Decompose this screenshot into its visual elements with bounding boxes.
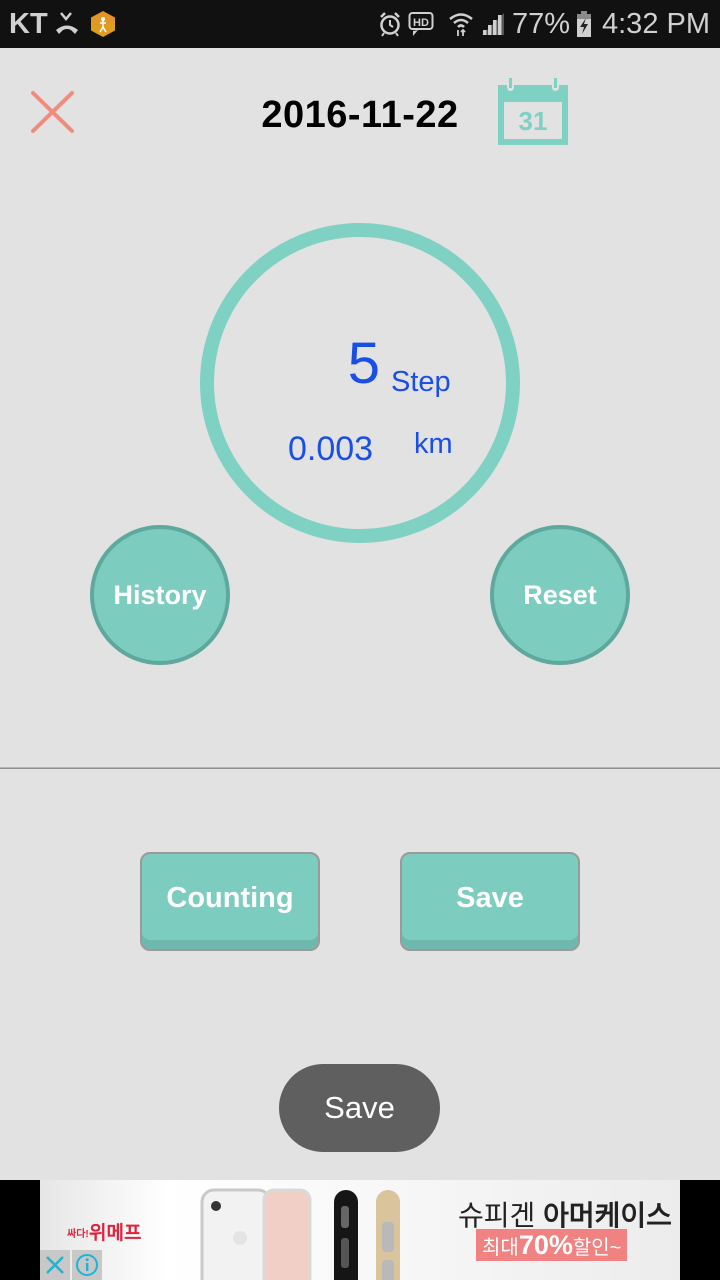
ad-brand: 위메프: [89, 1223, 142, 1244]
history-button[interactable]: History: [90, 525, 230, 665]
distance-value: 0.003: [288, 430, 374, 468]
ad-close-button[interactable]: [40, 1250, 70, 1280]
battery-charging-icon: [577, 11, 591, 37]
calendar-day: 31: [519, 106, 548, 136]
step-unit-label: Step: [391, 366, 451, 398]
reset-button[interactable]: Reset: [490, 525, 630, 665]
hd-voice-icon: HD: [408, 12, 434, 36]
counting-button[interactable]: Counting: [140, 852, 320, 951]
phone-case-black-image: [334, 1190, 358, 1280]
distance-unit-label: km: [414, 428, 453, 460]
ad-brand-tagline: 싸다!: [67, 1229, 89, 1240]
calendar-icon[interactable]: 31: [496, 75, 568, 147]
divider: [0, 767, 720, 769]
ad-banner[interactable]: 싸다! 위메프 슈피겐 아머케이스 최대 70% 할인~: [0, 1180, 720, 1280]
app-notification-icon: [91, 11, 115, 37]
wifi-icon: [449, 13, 473, 36]
close-icon[interactable]: [28, 90, 76, 134]
close-icon: [46, 1256, 64, 1274]
clock-time: 4:32 PM: [602, 7, 710, 40]
status-bar: KT HD 77% 4:32 PM: [0, 0, 720, 48]
ad-info-button[interactable]: [72, 1250, 102, 1280]
status-icons: HD 77% 4:32 PM: [378, 6, 710, 42]
ad-headline: 슈피겐 아머케이스: [458, 1200, 672, 1231]
info-icon: [76, 1254, 98, 1276]
date-title: 2016-11-22: [261, 94, 459, 136]
svg-text:HD: HD: [413, 17, 429, 29]
signal-icon: [481, 13, 504, 35]
save-button[interactable]: Save: [400, 852, 580, 951]
ad-promo-badge: 최대 70% 할인~: [476, 1229, 628, 1261]
toast-message: Save: [279, 1064, 440, 1152]
step-count: 5: [347, 331, 380, 396]
carrier-label: KT: [9, 8, 48, 40]
alarm-icon: [380, 12, 400, 37]
ad-content[interactable]: 싸다! 위메프 슈피겐 아머케이스 최대 70% 할인~: [40, 1180, 680, 1280]
phone-case-gold-image: [376, 1190, 400, 1280]
missed-call-icon: [56, 12, 78, 34]
battery-percent: 77%: [511, 7, 570, 40]
phone-case-pink-image: [262, 1188, 312, 1280]
